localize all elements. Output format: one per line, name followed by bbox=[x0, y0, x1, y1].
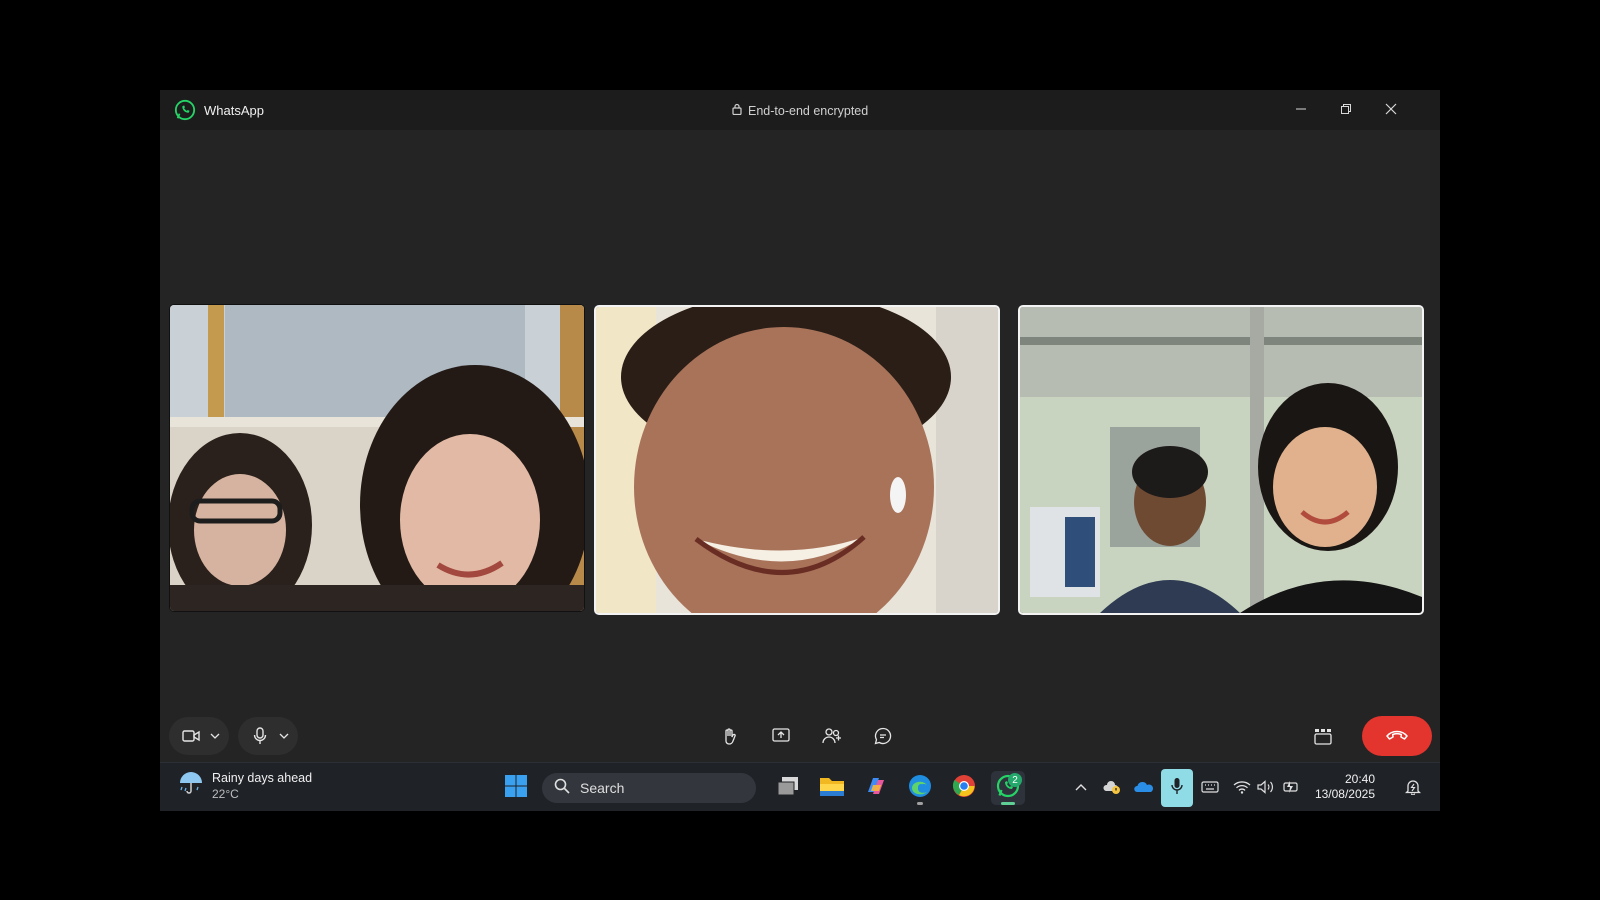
task-view-icon bbox=[776, 775, 800, 802]
clock-date: 13/08/2025 bbox=[1314, 787, 1375, 801]
volume-icon[interactable] bbox=[1255, 776, 1277, 798]
video-feed-2 bbox=[596, 307, 998, 613]
umbrella-rain-icon bbox=[178, 771, 204, 801]
start-button[interactable] bbox=[499, 771, 533, 805]
microphone-toggle-group bbox=[238, 717, 298, 755]
video-feed-1 bbox=[170, 305, 584, 611]
video-icon[interactable] bbox=[177, 722, 205, 750]
weather-widget[interactable]: Rainy days ahead 22°C bbox=[178, 771, 312, 801]
weather-temperature: 22°C bbox=[212, 787, 239, 801]
taskbar-search[interactable]: Search bbox=[542, 773, 756, 803]
whatsapp-taskbar-button[interactable]: 2 bbox=[991, 771, 1025, 805]
weather-title: Rainy days ahead bbox=[212, 771, 313, 785]
notifications-bell-icon[interactable] bbox=[1402, 776, 1424, 798]
chat-icon[interactable] bbox=[869, 722, 897, 750]
participant-tile-1[interactable] bbox=[169, 304, 585, 612]
whatsapp-logo-icon bbox=[174, 99, 196, 121]
search-icon bbox=[554, 778, 570, 799]
minimize-button[interactable] bbox=[1288, 98, 1314, 120]
windows-logo-icon bbox=[504, 774, 528, 803]
chevron-up-icon[interactable] bbox=[1070, 776, 1092, 798]
edge-button[interactable] bbox=[903, 771, 937, 805]
end-call-icon bbox=[1385, 727, 1409, 745]
encryption-status: End-to-end encrypted bbox=[732, 103, 868, 118]
call-grid bbox=[160, 130, 1440, 796]
raise-hand-icon[interactable] bbox=[716, 722, 744, 750]
search-placeholder: Search bbox=[580, 780, 625, 796]
task-view-button[interactable] bbox=[771, 771, 805, 805]
share-screen-icon[interactable] bbox=[767, 722, 795, 750]
clock-time: 20:40 bbox=[1344, 772, 1375, 786]
restore-button[interactable] bbox=[1333, 98, 1359, 120]
layout-icon[interactable] bbox=[1309, 722, 1337, 750]
wifi-icon[interactable] bbox=[1231, 776, 1253, 798]
participant-tile-3[interactable] bbox=[1018, 305, 1424, 615]
folder-icon bbox=[819, 775, 845, 802]
file-explorer-button[interactable] bbox=[815, 771, 849, 805]
participant-tile-2[interactable] bbox=[594, 305, 1000, 615]
close-button[interactable] bbox=[1378, 98, 1404, 120]
cloud-warning-icon[interactable] bbox=[1101, 776, 1123, 798]
title-bar: WhatsApp End-to-end encrypted bbox=[160, 90, 1440, 130]
edge-icon bbox=[908, 774, 932, 803]
camera-toggle-group bbox=[169, 717, 229, 755]
whatsapp-window: WhatsApp End-to-end encrypted Rainy days… bbox=[160, 90, 1440, 811]
chevron-down-icon[interactable] bbox=[205, 722, 225, 750]
copilot-button[interactable] bbox=[859, 771, 893, 805]
call-controls bbox=[160, 706, 1440, 764]
copilot-icon bbox=[864, 774, 888, 803]
encryption-label: End-to-end encrypted bbox=[748, 103, 869, 118]
microphone-in-use-indicator[interactable] bbox=[1161, 769, 1193, 807]
participants-icon[interactable] bbox=[818, 722, 846, 750]
chrome-icon bbox=[952, 774, 976, 803]
video-feed-3 bbox=[1020, 307, 1422, 613]
notification-badge: 2 bbox=[1008, 773, 1022, 787]
chrome-button[interactable] bbox=[947, 771, 981, 805]
onedrive-icon[interactable] bbox=[1133, 776, 1155, 798]
keyboard-icon[interactable] bbox=[1199, 776, 1221, 798]
lock-icon bbox=[732, 103, 742, 118]
chevron-down-icon[interactable] bbox=[274, 722, 294, 750]
system-clock[interactable]: 20:40 13/08/2025 bbox=[1305, 772, 1375, 802]
app-title: WhatsApp bbox=[204, 103, 264, 118]
battery-charging-icon[interactable] bbox=[1279, 776, 1301, 798]
microphone-icon[interactable] bbox=[246, 722, 274, 750]
end-call-button[interactable] bbox=[1362, 716, 1432, 756]
microphone-icon bbox=[1171, 777, 1183, 800]
taskbar: Rainy days ahead 22°C Search 2 20:40 13/… bbox=[160, 762, 1440, 811]
running-indicator bbox=[917, 802, 923, 805]
active-indicator bbox=[1001, 802, 1015, 805]
